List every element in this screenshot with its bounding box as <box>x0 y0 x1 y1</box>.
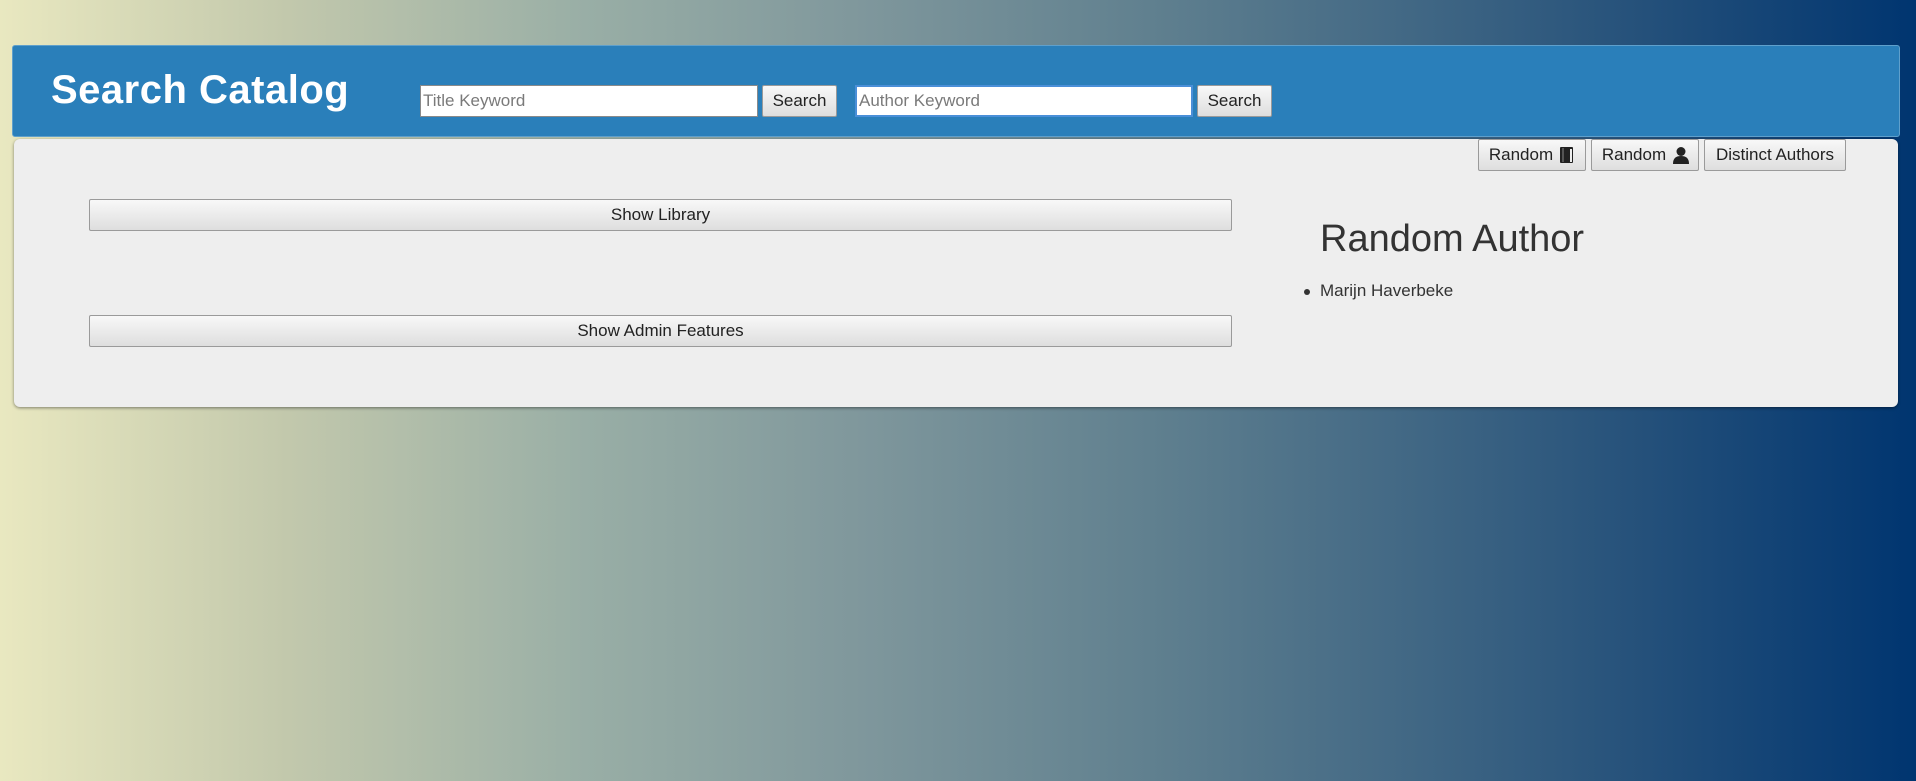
title-search-button[interactable]: Search <box>762 85 837 117</box>
title-keyword-input[interactable] <box>420 85 758 117</box>
random-author-heading: Random Author <box>1320 218 1585 260</box>
random-author-button[interactable]: Random <box>1591 139 1699 171</box>
random-author-label: Random <box>1601 145 1667 164</box>
user-icon <box>1672 146 1690 164</box>
author-keyword-input[interactable] <box>855 85 1193 117</box>
author-search-button[interactable]: Search <box>1197 85 1272 117</box>
page-title: Search Catalog <box>51 68 350 112</box>
main-panel: Random Random Distinct Authors Show Libr… <box>14 139 1898 407</box>
show-library-button[interactable]: Show Library <box>89 199 1232 231</box>
random-book-label: Random <box>1488 145 1554 164</box>
random-book-button[interactable]: Random <box>1478 139 1586 171</box>
random-author-list: Marijn Haverbeke <box>1303 279 1453 303</box>
distinct-authors-button[interactable]: Distinct Authors <box>1704 139 1846 171</box>
header-bar: Search Catalog Search Search <box>12 45 1900 137</box>
show-admin-features-button[interactable]: Show Admin Features <box>89 315 1232 347</box>
list-item: Marijn Haverbeke <box>1303 279 1453 303</box>
book-icon <box>1559 146 1575 164</box>
